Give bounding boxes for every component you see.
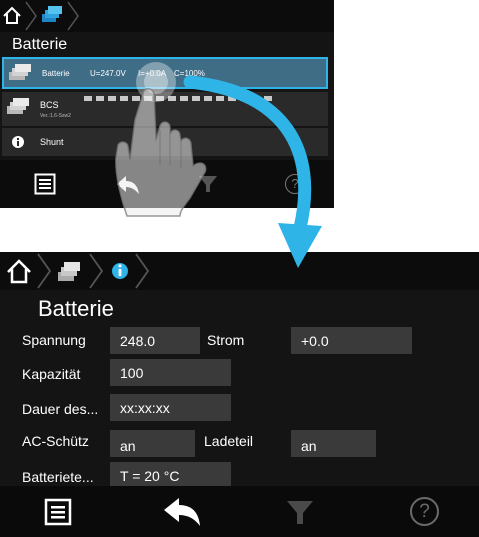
filter-icon[interactable] (198, 174, 218, 194)
battery-current: I=+0.0A (138, 69, 167, 78)
overview-screen: Batterie Batterie U=247.0V I=+0.0A C=100… (0, 0, 334, 208)
batterietemp-label: Batteriete... (22, 469, 94, 485)
help-icon[interactable]: ? (285, 174, 305, 194)
battery-soc: C=100% (174, 69, 205, 78)
dauer-label: Dauer des... (22, 401, 99, 417)
page-title: Batterie (38, 296, 114, 321)
bcs-label: BCS (40, 100, 59, 110)
battery-stack-icon (7, 98, 29, 114)
bcs-version: Ver.:1.6-Ssw2 (40, 113, 71, 119)
breadcrumb (0, 252, 479, 290)
ladeteil-label: Ladeteil (204, 433, 254, 449)
ladeteil-field[interactable]: an (291, 430, 376, 457)
battery-voltage: U=247.0V (90, 69, 126, 78)
filter-icon[interactable] (286, 498, 314, 526)
kapazitaet-field[interactable]: 100 (110, 359, 231, 386)
breadcrumb (0, 0, 334, 32)
battery-stack-icon (9, 64, 31, 80)
shunt-label: Shunt (40, 137, 64, 147)
dauer-field[interactable]: xx:xx:xx (110, 394, 231, 421)
list-item-battery[interactable]: Batterie U=247.0V I=+0.0A C=100% (2, 57, 328, 89)
ac-schuetz-label: AC-Schütz (22, 433, 89, 449)
info-icon (12, 136, 24, 148)
cell-module-strip (84, 96, 272, 101)
menu-icon[interactable] (44, 498, 72, 526)
strom-field[interactable]: +0.0 (291, 327, 412, 354)
ac-schuetz-field[interactable]: an (110, 430, 195, 457)
strom-label: Strom (207, 332, 245, 348)
battery-label: Batterie (42, 69, 70, 78)
spannung-field[interactable]: 248.0 (110, 327, 200, 354)
list-item-bcs[interactable]: BCS Ver.:1.6-Ssw2 (2, 92, 328, 126)
help-icon[interactable]: ? (410, 497, 439, 526)
kapazitaet-label: Kapazität (22, 366, 81, 382)
back-arrow-icon[interactable] (115, 174, 141, 196)
list-item-shunt[interactable]: Shunt (2, 128, 328, 156)
menu-icon[interactable] (34, 173, 56, 195)
overview-title: Batterie (12, 36, 68, 53)
footer-toolbar: ? (0, 486, 479, 537)
spannung-label: Spannung (22, 332, 86, 348)
footer-toolbar: ? (0, 160, 334, 208)
battery-detail-screen: Batterie Spannung 248.0 Strom +0.0 Kapaz… (0, 252, 479, 537)
info-icon[interactable] (112, 263, 128, 279)
batterietemp-field[interactable]: T = 20 °C (110, 462, 231, 489)
back-arrow-icon[interactable] (162, 497, 202, 527)
